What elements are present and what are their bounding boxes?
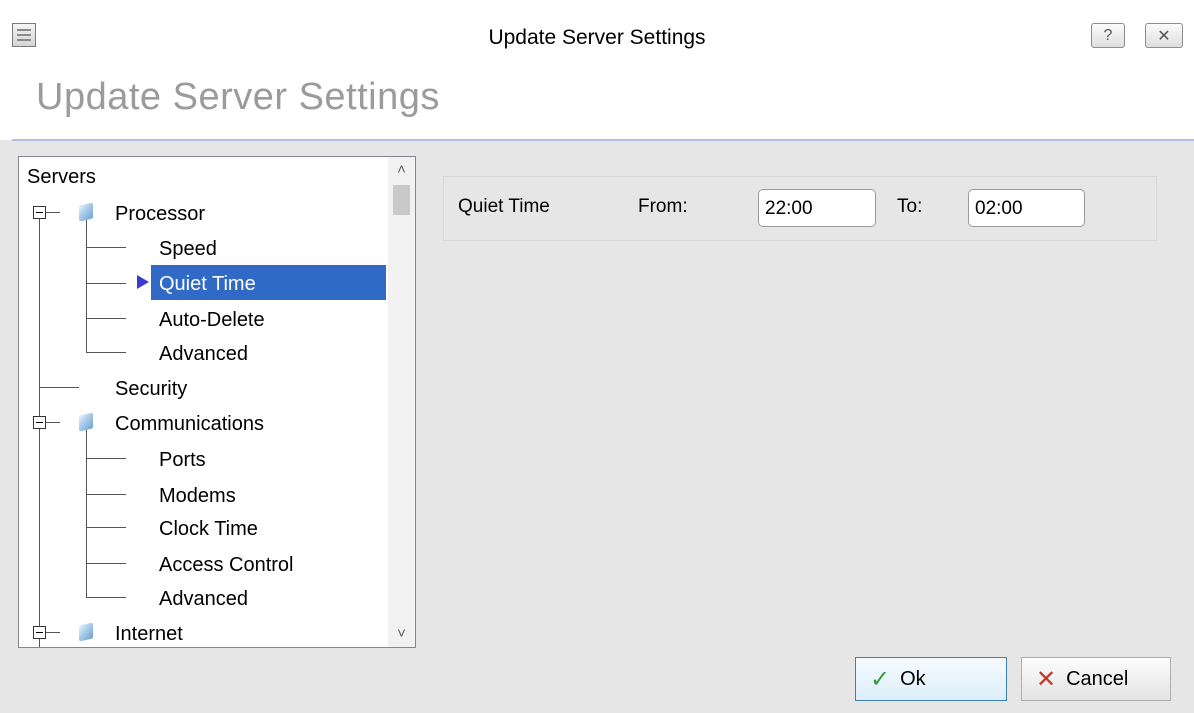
- ok-button[interactable]: ✓ Ok: [855, 657, 1007, 701]
- tree-line: [46, 632, 60, 633]
- from-time-input[interactable]: 22:00: [758, 189, 876, 227]
- quiet-time-label: Quiet Time: [458, 196, 550, 217]
- tree-line: [86, 283, 126, 284]
- tree-item-advanced-comms[interactable]: Advanced: [159, 588, 248, 611]
- check-icon: ✓: [870, 665, 891, 693]
- scroll-down-icon[interactable]: ˅: [388, 623, 415, 645]
- current-item-arrow-icon: [137, 275, 149, 289]
- tree-item-communications[interactable]: Communications: [115, 413, 264, 436]
- x-icon: ✕: [1036, 665, 1057, 693]
- tree-line: [86, 219, 87, 352]
- tree-item-speed[interactable]: Speed: [159, 238, 217, 261]
- tree-line: [39, 387, 79, 388]
- to-label: To:: [897, 196, 923, 217]
- tree-item-internet[interactable]: Internet: [115, 623, 183, 646]
- tree-scrollbar[interactable]: ˄ ˅: [388, 157, 415, 647]
- expander-processor[interactable]: [33, 206, 46, 219]
- cancel-button[interactable]: ✕ Cancel: [1021, 657, 1171, 701]
- tree-line: [86, 597, 126, 598]
- scroll-thumb[interactable]: [393, 185, 410, 215]
- from-label: From:: [638, 196, 688, 217]
- tree-item-clock-time[interactable]: Clock Time: [159, 518, 258, 541]
- tree-item-ports[interactable]: Ports: [159, 449, 206, 472]
- tree-line: [86, 563, 126, 564]
- help-button[interactable]: ?: [1091, 23, 1125, 48]
- folder-icon: [79, 622, 93, 642]
- to-time-input[interactable]: 02:00: [968, 189, 1085, 227]
- tree-line: [86, 494, 126, 495]
- expander-communications[interactable]: [33, 416, 46, 429]
- window-title: Update Server Settings: [488, 26, 706, 49]
- tree-item-auto-delete[interactable]: Auto-Delete: [159, 309, 265, 332]
- tree-line: [46, 212, 60, 213]
- header-divider: [12, 139, 1194, 141]
- tree-item-access-control[interactable]: Access Control: [159, 554, 294, 577]
- ok-label: Ok: [900, 667, 926, 690]
- tree-line: [46, 422, 60, 423]
- tree-item-modems[interactable]: Modems: [159, 485, 236, 508]
- tree-item-quiet-time[interactable]: Quiet Time: [159, 273, 256, 296]
- tree-item-advanced[interactable]: Advanced: [159, 343, 248, 366]
- page-title: Update Server Settings: [36, 76, 440, 118]
- settings-tree[interactable]: Servers Processor Speed Quiet Time Auto-…: [18, 156, 416, 648]
- expander-internet[interactable]: [33, 626, 46, 639]
- cancel-label: Cancel: [1066, 667, 1129, 690]
- tree-line: [86, 527, 126, 528]
- tree-item-security[interactable]: Security: [115, 378, 187, 401]
- tree-line: [86, 247, 126, 248]
- tree-line: [39, 212, 40, 647]
- tree-line: [86, 352, 126, 353]
- scroll-up-icon[interactable]: ˄: [388, 159, 415, 181]
- tree-line: [86, 429, 87, 598]
- tree-item-processor[interactable]: Processor: [115, 203, 205, 226]
- tree-line: [86, 318, 126, 319]
- tree-root-servers[interactable]: Servers: [27, 166, 96, 189]
- close-button[interactable]: ✕: [1145, 23, 1183, 48]
- folder-icon: [79, 202, 93, 222]
- tree-line: [86, 458, 126, 459]
- folder-icon: [79, 412, 93, 432]
